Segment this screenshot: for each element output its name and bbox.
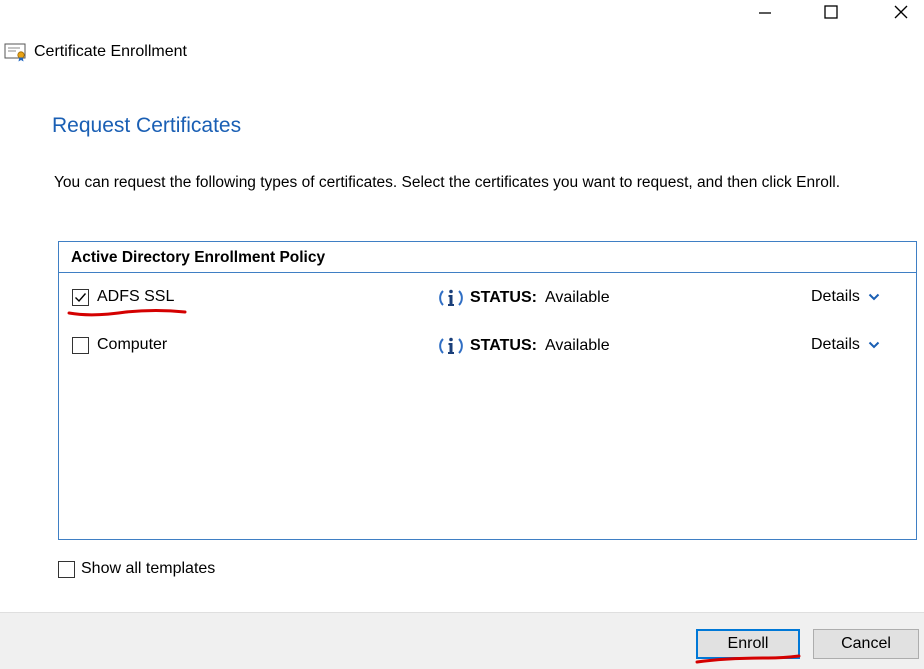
adfs-ssl-checkbox[interactable] [72,289,89,306]
certificate-name: ADFS SSL [97,288,175,305]
computer-checkbox[interactable] [72,337,89,354]
certificate-status: STATUS: Available [439,286,610,310]
page-description: You can request the following types of c… [54,174,841,191]
annotation-underline-enroll [695,654,801,664]
status-label: STATUS: [470,289,537,306]
cancel-button[interactable]: Cancel [813,629,919,659]
checkmark-icon [75,293,87,303]
details-label: Details [811,288,860,305]
close-button[interactable] [878,0,924,24]
show-all-templates-option[interactable]: Show all templates [58,557,215,581]
certificate-icon [4,43,26,62]
minimize-button[interactable] [742,0,788,24]
chevron-down-icon [868,293,880,301]
show-all-templates-checkbox[interactable] [58,560,75,578]
page-title: Request Certificates [52,114,242,137]
maximize-icon [824,5,838,19]
policy-header: Active Directory Enrollment Policy [59,242,916,273]
details-toggle[interactable]: Details [811,336,880,354]
chevron-down-icon [868,341,880,349]
window-title: Certificate Enrollment [34,43,187,60]
minimize-icon [759,12,771,14]
annotation-underline-adfs [67,309,187,317]
status-label: STATUS: [470,337,537,354]
maximize-button[interactable] [808,0,854,24]
details-toggle[interactable]: Details [811,288,880,306]
title-bar [0,0,924,36]
window-title-row: Certificate Enrollment [4,40,187,64]
close-icon [894,5,908,19]
status-value: Available [544,337,610,354]
status-value: Available [544,289,610,306]
show-all-templates-label: Show all templates [81,560,216,577]
enrollment-policy-list: Active Directory Enrollment Policy ADFS … [58,241,917,540]
info-icon [439,337,463,354]
certificate-row-computer[interactable]: Computer STATUS: Available Details [59,331,916,361]
info-icon [439,289,463,306]
details-label: Details [811,336,860,353]
certificate-status: STATUS: Available [439,334,610,358]
certificate-name: Computer [97,336,168,353]
